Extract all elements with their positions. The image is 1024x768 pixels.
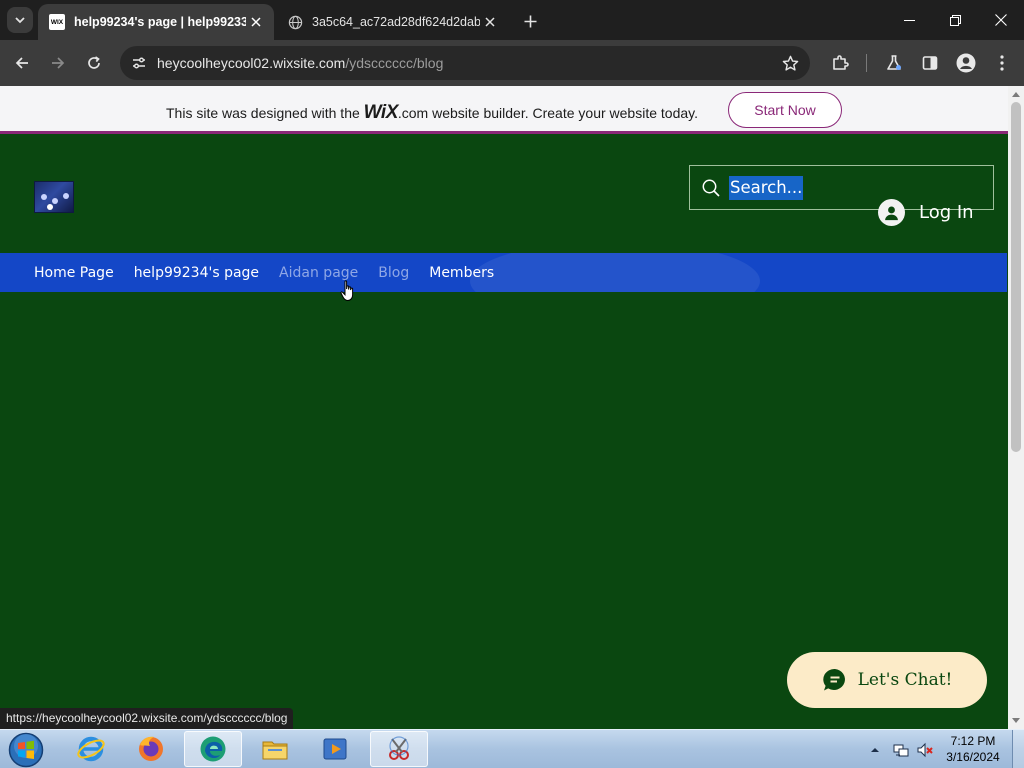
windows-logo-icon xyxy=(8,732,44,767)
windows-taskbar: 7:12 PM 3/16/2024 xyxy=(0,729,1024,768)
tab-close-icon[interactable] xyxy=(246,12,266,32)
search-input[interactable]: Search... xyxy=(729,176,804,200)
lets-chat-button[interactable]: Let's Chat! xyxy=(787,652,987,708)
folder-icon xyxy=(262,741,288,760)
nav-item-aidan-page[interactable]: Aidan page xyxy=(279,265,358,281)
browser-tab-strip: WIX help99234's page | help99233 3a5c64_… xyxy=(0,0,1024,40)
arrow-right-icon xyxy=(52,57,65,69)
scissors-icon xyxy=(389,736,409,760)
taskbar-firefox[interactable] xyxy=(122,731,180,767)
site-info-button[interactable] xyxy=(126,50,152,76)
chat-bubble-icon xyxy=(822,668,845,691)
globe-icon xyxy=(287,14,303,30)
menu-button[interactable] xyxy=(988,49,1016,77)
close-icon xyxy=(995,14,1007,26)
nav-item-help99234-page[interactable]: help99234's page xyxy=(134,265,259,281)
flask-icon xyxy=(887,55,901,70)
hand-cursor-icon xyxy=(340,280,356,302)
login-label: Log In xyxy=(919,202,974,223)
tab-title: help99234's page | help99233 xyxy=(74,15,246,29)
taskbar-file-explorer[interactable] xyxy=(246,731,304,767)
user-avatar-icon xyxy=(878,199,905,226)
extensions-button[interactable] xyxy=(826,49,854,77)
internet-explorer-icon xyxy=(77,736,105,762)
restore-icon xyxy=(949,14,961,26)
minimize-button[interactable] xyxy=(886,0,932,40)
taskbar-edge[interactable] xyxy=(184,731,242,767)
chat-label: Let's Chat! xyxy=(857,670,953,690)
reload-icon xyxy=(88,56,100,69)
star-icon xyxy=(782,55,798,71)
tab-title: 3a5c64_ac72ad28df624d2dab5 xyxy=(312,15,480,29)
puzzle-icon xyxy=(833,55,849,70)
wix-logo-suffix: .com xyxy=(397,105,429,121)
tab-search-button[interactable] xyxy=(7,7,33,33)
login-button[interactable]: Log In xyxy=(878,199,974,226)
start-now-button[interactable]: Start Now xyxy=(728,92,842,128)
toolbar-divider xyxy=(866,54,867,72)
kebab-menu-icon xyxy=(1000,55,1004,71)
start-button[interactable] xyxy=(6,731,46,768)
taskbar-media-player[interactable] xyxy=(306,731,364,767)
tray-expand-icon[interactable] xyxy=(870,745,880,755)
close-window-button[interactable] xyxy=(978,0,1024,40)
bookmark-star-button[interactable] xyxy=(778,51,802,75)
tab-active[interactable]: WIX help99234's page | help99233 xyxy=(38,4,274,40)
site-logo[interactable] xyxy=(34,181,74,213)
wix-promo-text-before: This site was designed with the xyxy=(166,105,360,121)
show-desktop-button[interactable] xyxy=(1012,730,1024,768)
taskbar-internet-explorer[interactable] xyxy=(62,731,120,767)
wix-logo: WiX xyxy=(363,102,399,123)
back-button[interactable] xyxy=(8,49,36,77)
arrow-left-icon xyxy=(15,57,28,69)
url-text: heycoolheycool02.wixsite.com/ydscccccc/b… xyxy=(157,55,443,71)
wix-favicon-icon: WIX xyxy=(49,14,65,30)
scroll-up-icon[interactable] xyxy=(1012,92,1020,97)
new-tab-button[interactable] xyxy=(518,9,542,33)
wix-promo-text-after: website builder. Create your website tod… xyxy=(432,105,698,121)
labs-button[interactable] xyxy=(880,49,908,77)
site-nav-menu: Home Page help99234's page Aidan page Bl… xyxy=(34,253,514,292)
taskbar-clock[interactable]: 7:12 PM 3/16/2024 xyxy=(940,733,1006,765)
clock-time: 7:12 PM xyxy=(950,734,996,748)
url-path: /ydscccccc/blog xyxy=(345,55,444,71)
network-icon[interactable] xyxy=(892,741,910,759)
side-panel-button[interactable] xyxy=(916,49,944,77)
tune-icon xyxy=(133,57,145,69)
tab-close-icon[interactable] xyxy=(480,12,500,32)
wix-promo-text: This site was designed with the WiX.com … xyxy=(166,102,698,124)
scrollbar-thumb[interactable] xyxy=(1011,102,1021,452)
search-icon xyxy=(702,179,720,197)
profile-button[interactable] xyxy=(952,49,980,77)
edge-icon xyxy=(200,736,226,762)
side-panel-icon xyxy=(922,56,938,70)
firefox-icon xyxy=(139,736,163,761)
nav-item-blog[interactable]: Blog xyxy=(378,265,409,281)
browser-toolbar: heycoolheycool02.wixsite.com/ydscccccc/b… xyxy=(0,40,1024,86)
nav-item-members[interactable]: Members xyxy=(429,265,494,281)
page-viewport: This site was designed with the WiX.com … xyxy=(0,86,1024,729)
chevron-down-icon xyxy=(15,17,25,24)
forward-button[interactable] xyxy=(44,49,72,77)
volume-muted-icon[interactable] xyxy=(916,741,934,759)
clock-date: 3/16/2024 xyxy=(946,750,1000,764)
address-bar[interactable]: heycoolheycool02.wixsite.com/ydscccccc/b… xyxy=(120,46,810,80)
media-player-icon xyxy=(323,738,347,760)
profile-avatar-icon xyxy=(956,53,976,73)
page-scrollbar[interactable] xyxy=(1008,86,1024,729)
wix-promo-banner: This site was designed with the WiX.com … xyxy=(0,86,1008,134)
reload-button[interactable] xyxy=(80,49,108,77)
url-host: heycoolheycool02.wixsite.com xyxy=(157,55,346,71)
scroll-down-icon[interactable] xyxy=(1012,718,1020,723)
plus-icon xyxy=(524,15,536,27)
status-url-tooltip: https://heycoolheycool02.wixsite.com/yds… xyxy=(0,708,294,729)
nav-item-home-page[interactable]: Home Page xyxy=(34,265,114,281)
taskbar-snipping-tool[interactable] xyxy=(370,731,428,767)
restore-button[interactable] xyxy=(932,0,978,40)
tab-inactive[interactable]: 3a5c64_ac72ad28df624d2dab5 xyxy=(276,4,508,40)
site-nav-bar: Home Page help99234's page Aidan page Bl… xyxy=(0,253,1007,292)
system-tray xyxy=(866,730,934,768)
minimize-icon xyxy=(903,19,915,21)
